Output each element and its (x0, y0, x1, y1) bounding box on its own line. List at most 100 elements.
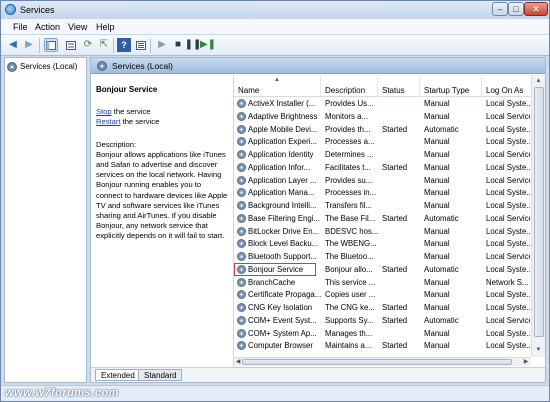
vertical-scroll-thumb[interactable] (534, 87, 544, 337)
cell-desc: The WBENG... (325, 239, 377, 249)
vertical-scrollbar[interactable]: ▲ ▼ (531, 75, 545, 357)
table-row[interactable]: COM+ Event Syst... Supports Sy... Started A… (234, 315, 530, 328)
cell-startup: Automatic (424, 213, 459, 223)
minimize-button[interactable]: – (492, 2, 508, 16)
column-status[interactable]: Status (378, 75, 420, 97)
table-row[interactable]: Certificate Propaga... Copies user ... Man… (234, 289, 530, 302)
table-row[interactable]: Bluetooth Support... The Bluetoo... Manual… (234, 251, 530, 264)
table-row[interactable]: Application Infor... Facilitates t... Star… (234, 162, 530, 175)
maximize-button[interactable]: □ (508, 2, 524, 16)
menu-help[interactable]: Help (96, 22, 115, 32)
table-row[interactable]: Computer Browser Maintains a... Started Man… (234, 340, 530, 353)
main-pane: Services (Local) Bonjour Service Stop th… (90, 57, 546, 383)
toolbar: ◀ ▶ ⟳ ⇱ ? ▶ ■ ❚❚ ▶❚ (1, 35, 549, 56)
restart-icon[interactable]: ▶❚ (200, 38, 216, 52)
table-row[interactable]: Application Identity Determines ... Manual… (234, 149, 530, 162)
tree-item-label: Services (Local) (20, 62, 78, 71)
service-gear-icon (237, 264, 246, 274)
table-row[interactable]: COM+ System Ap... Manages th... Manual Loca… (234, 328, 530, 341)
column-log-on-as[interactable]: Log On As (482, 75, 530, 97)
menu-file[interactable]: File (13, 22, 28, 32)
cell-name: COM+ System Ap... (248, 328, 317, 338)
table-row[interactable]: Application Experi... Processes a... Manua… (234, 136, 530, 149)
table-row[interactable]: CNG Key Isolation The CNG ke... Started Man… (234, 302, 530, 315)
cell-name: Application Infor... (248, 162, 310, 172)
cell-name: Bonjour Service (248, 264, 304, 274)
horizontal-scroll-thumb[interactable] (242, 359, 512, 365)
cell-startup: Manual (424, 137, 450, 147)
close-button[interactable]: ✕ (524, 2, 548, 16)
cell-desc: Bonjour allo... (325, 264, 373, 274)
console-tree-icon[interactable] (44, 38, 58, 52)
pause-icon[interactable]: ❚❚ (185, 38, 202, 52)
column-name[interactable]: ▲ Name (234, 75, 321, 97)
horizontal-scrollbar[interactable]: ◀ ▶ (234, 357, 531, 366)
table-row[interactable]: Bonjour Service Bonjour allo... Started Aut… (234, 262, 530, 277)
table-row[interactable]: Base Filtering Engi... The Base Fil... Sta… (234, 213, 530, 226)
refresh-icon[interactable]: ⟳ (81, 38, 95, 52)
service-gear-icon (237, 239, 246, 249)
watermark-text: www.w7forums.com (5, 387, 119, 399)
table-row[interactable]: Block Level Backu... The WBENG... Manual Lo… (234, 238, 530, 251)
scroll-right-icon[interactable]: ▶ (522, 358, 530, 366)
cell-startup: Manual (424, 252, 450, 261)
cell-logon: Local Syste... (486, 188, 530, 198)
details-icon[interactable] (134, 38, 148, 52)
cell-name: Apple Mobile Devi... (248, 124, 318, 134)
cell-name: Base Filtering Engi... (248, 213, 320, 223)
stop-service-link[interactable]: Stop (96, 107, 112, 116)
description-label: Description: (96, 139, 137, 149)
column-description[interactable]: Description (321, 75, 378, 97)
cell-desc: Copies user ... (325, 290, 376, 300)
scroll-down-icon[interactable]: ▼ (533, 345, 544, 355)
service-gear-icon (237, 277, 246, 287)
sort-arrow-icon: ▲ (274, 77, 280, 83)
scroll-up-icon[interactable]: ▲ (533, 76, 544, 86)
cell-logon: Local Syste... (486, 264, 530, 274)
service-gear-icon (237, 290, 246, 300)
service-gear-icon (237, 99, 246, 108)
forward-arrow-icon[interactable]: ▶ (22, 38, 36, 52)
cell-desc: Supports Sy... (325, 315, 374, 325)
cell-logon: Local Service (486, 252, 530, 261)
title-bar[interactable]: Services – □ ✕ (1, 1, 549, 19)
tab-standard[interactable]: Standard (138, 369, 183, 381)
cell-status: Started (382, 303, 408, 312)
cell-name: Application Experi... (248, 137, 317, 147)
restart-service-link[interactable]: Restart (96, 117, 120, 126)
main-header-title: Services (Local) (112, 60, 173, 71)
cell-status: Started (382, 124, 408, 134)
cell-startup: Manual (424, 341, 450, 351)
service-gear-icon (237, 137, 246, 147)
table-row[interactable]: Application Layer ... Provides su... Manua… (234, 175, 530, 188)
table-row[interactable]: Application Mana... Processes in... Manual… (234, 187, 530, 200)
stop-icon[interactable]: ■ (171, 38, 185, 52)
cell-startup: Manual (424, 290, 450, 300)
service-gear-icon (237, 303, 246, 312)
table-row[interactable]: ActiveX Installer (... Provides Us... Manu… (234, 98, 530, 111)
cell-logon: Local Service (486, 175, 530, 185)
table-row[interactable]: BranchCache This service ... Manual Network… (234, 277, 530, 290)
table-row[interactable]: BitLocker Drive En... BDESVC hos... Manual… (234, 226, 530, 239)
tab-extended[interactable]: Extended (95, 369, 141, 381)
table-row[interactable]: Apple Mobile Devi... Provides th... Starte… (234, 124, 530, 137)
console-tree: Services (Local) (4, 57, 87, 383)
back-arrow-icon[interactable]: ◀ (6, 38, 20, 52)
scroll-left-icon[interactable]: ◀ (234, 358, 242, 366)
stop-suffix: the service (111, 107, 151, 117)
cell-logon: Local Syste... (486, 137, 530, 147)
table-row[interactable]: Adaptive Brightness Monitors a... Manual Lo… (234, 111, 530, 124)
cell-name: CNG Key Isolation (248, 303, 313, 312)
properties-view-icon[interactable] (64, 38, 78, 52)
column-startup-type[interactable]: Startup Type (420, 75, 482, 97)
start-icon[interactable]: ▶ (155, 38, 169, 52)
cell-name: Certificate Propaga... (248, 290, 322, 300)
menu-action[interactable]: Action (35, 22, 60, 32)
help-icon[interactable]: ? (117, 38, 131, 52)
menu-view[interactable]: View (68, 22, 87, 32)
cell-logon: Local Service (486, 315, 530, 325)
cell-name: BitLocker Drive En... (248, 226, 320, 236)
table-row[interactable]: Background Intelli... Transfers fil... Man… (234, 200, 530, 213)
tree-item-services-local[interactable]: Services (Local) (7, 60, 77, 73)
export-icon[interactable]: ⇱ (97, 38, 111, 52)
